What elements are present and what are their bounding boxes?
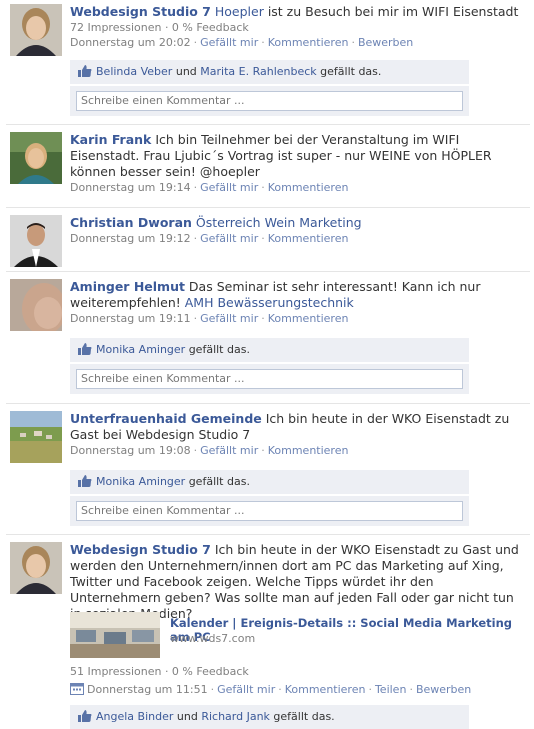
post-author[interactable]: Aminger Helmut	[70, 279, 185, 294]
comment-link[interactable]: Kommentieren	[285, 683, 366, 696]
like-conjunction: und	[175, 65, 197, 78]
post-message: ist zu Besuch bei mir im WIFI Eisenstadt	[263, 4, 519, 19]
comment-input[interactable]: Schreibe einen Kommentar ...	[76, 501, 463, 521]
likes-bar: Angela Binder und Richard Jank gefällt d…	[70, 705, 469, 729]
like-link[interactable]: Gefällt mir	[217, 683, 275, 696]
comment-input[interactable]: Schreibe einen Kommentar ...	[76, 91, 463, 111]
post-timestamp[interactable]: Donnerstag um 19:12	[70, 232, 191, 245]
like-conjunction: und	[176, 710, 198, 723]
liker-link[interactable]: Angela Binder	[96, 710, 173, 723]
post-timestamp[interactable]: Donnerstag um 19:14	[70, 181, 191, 194]
promote-link[interactable]: Bewerben	[358, 36, 413, 49]
like-link[interactable]: Gefällt mir	[200, 444, 258, 457]
post-author[interactable]: Webdesign Studio 7	[70, 4, 211, 19]
post-stats: 51 Impressionen · 0 % Feedback	[70, 665, 249, 678]
comment-link[interactable]: Kommentieren	[268, 36, 349, 49]
post-mention-link[interactable]: Hoepler	[215, 4, 264, 19]
liker-link[interactable]: Marita E. Rahlenbeck	[200, 65, 316, 78]
avatar[interactable]	[10, 215, 62, 267]
post-author[interactable]: Webdesign Studio 7	[70, 542, 211, 557]
comment-link[interactable]: Kommentieren	[268, 181, 349, 194]
comment-box: Schreibe einen Kommentar ...	[70, 495, 469, 526]
likes-bar: Belinda Veber und Marita E. Rahlenbeck g…	[70, 60, 469, 84]
like-link[interactable]: Gefällt mir	[200, 36, 258, 49]
avatar[interactable]	[10, 4, 62, 56]
post-page-link[interactable]: AMH Bewässerungstechnik	[185, 295, 354, 310]
post-timestamp[interactable]: Donnerstag um 20:02	[70, 36, 191, 49]
promote-link[interactable]: Bewerben	[416, 683, 471, 696]
post-page-link[interactable]: Österreich Wein Marketing	[196, 215, 362, 230]
like-suffix: gefällt das.	[269, 710, 335, 723]
calendar-icon	[70, 683, 84, 695]
post-author[interactable]: Karin Frank	[70, 132, 151, 147]
liker-link[interactable]: Richard Jank	[201, 710, 270, 723]
liker-link[interactable]: Monika Aminger	[96, 475, 185, 488]
thumbs-up-icon	[78, 343, 92, 355]
likes-bar: Monika Aminger gefällt das.	[70, 470, 469, 494]
avatar[interactable]	[10, 279, 62, 331]
like-link[interactable]: Gefällt mir	[200, 232, 258, 245]
post-stats: 72 Impressionen · 0 % Feedback	[70, 21, 249, 34]
comment-link[interactable]: Kommentieren	[268, 312, 349, 325]
post-author[interactable]: Christian Dworan	[70, 215, 192, 230]
comment-input[interactable]: Schreibe einen Kommentar ...	[76, 369, 463, 389]
avatar[interactable]	[10, 542, 62, 594]
thumbs-up-icon	[78, 475, 92, 487]
comment-box: Schreibe einen Kommentar ...	[70, 363, 469, 394]
comment-box: Schreibe einen Kommentar ...	[70, 85, 469, 116]
liker-link[interactable]: Belinda Veber	[96, 65, 172, 78]
like-suffix: gefällt das.	[185, 475, 250, 488]
post-timestamp[interactable]: Donnerstag um 11:51	[87, 683, 208, 696]
comment-link[interactable]: Kommentieren	[268, 444, 349, 457]
liker-link[interactable]: Monika Aminger	[96, 343, 185, 356]
post-timestamp[interactable]: Donnerstag um 19:11	[70, 312, 191, 325]
comment-link[interactable]: Kommentieren	[268, 232, 349, 245]
thumbs-up-icon	[78, 65, 92, 77]
post-timestamp[interactable]: Donnerstag um 19:08	[70, 444, 191, 457]
post-author[interactable]: Unterfrauenhaid Gemeinde	[70, 411, 262, 426]
thumbs-up-icon	[78, 710, 92, 722]
share-link[interactable]: Teilen	[375, 683, 406, 696]
like-suffix: gefällt das.	[316, 65, 382, 78]
like-suffix: gefällt das.	[185, 343, 250, 356]
likes-bar: Monika Aminger gefällt das.	[70, 338, 469, 362]
attachment-thumbnail[interactable]	[70, 612, 160, 658]
avatar[interactable]	[10, 132, 62, 184]
like-link[interactable]: Gefällt mir	[200, 312, 258, 325]
like-link[interactable]: Gefällt mir	[200, 181, 258, 194]
attachment-url: www.wds7.com	[170, 632, 256, 645]
avatar[interactable]	[10, 411, 62, 463]
